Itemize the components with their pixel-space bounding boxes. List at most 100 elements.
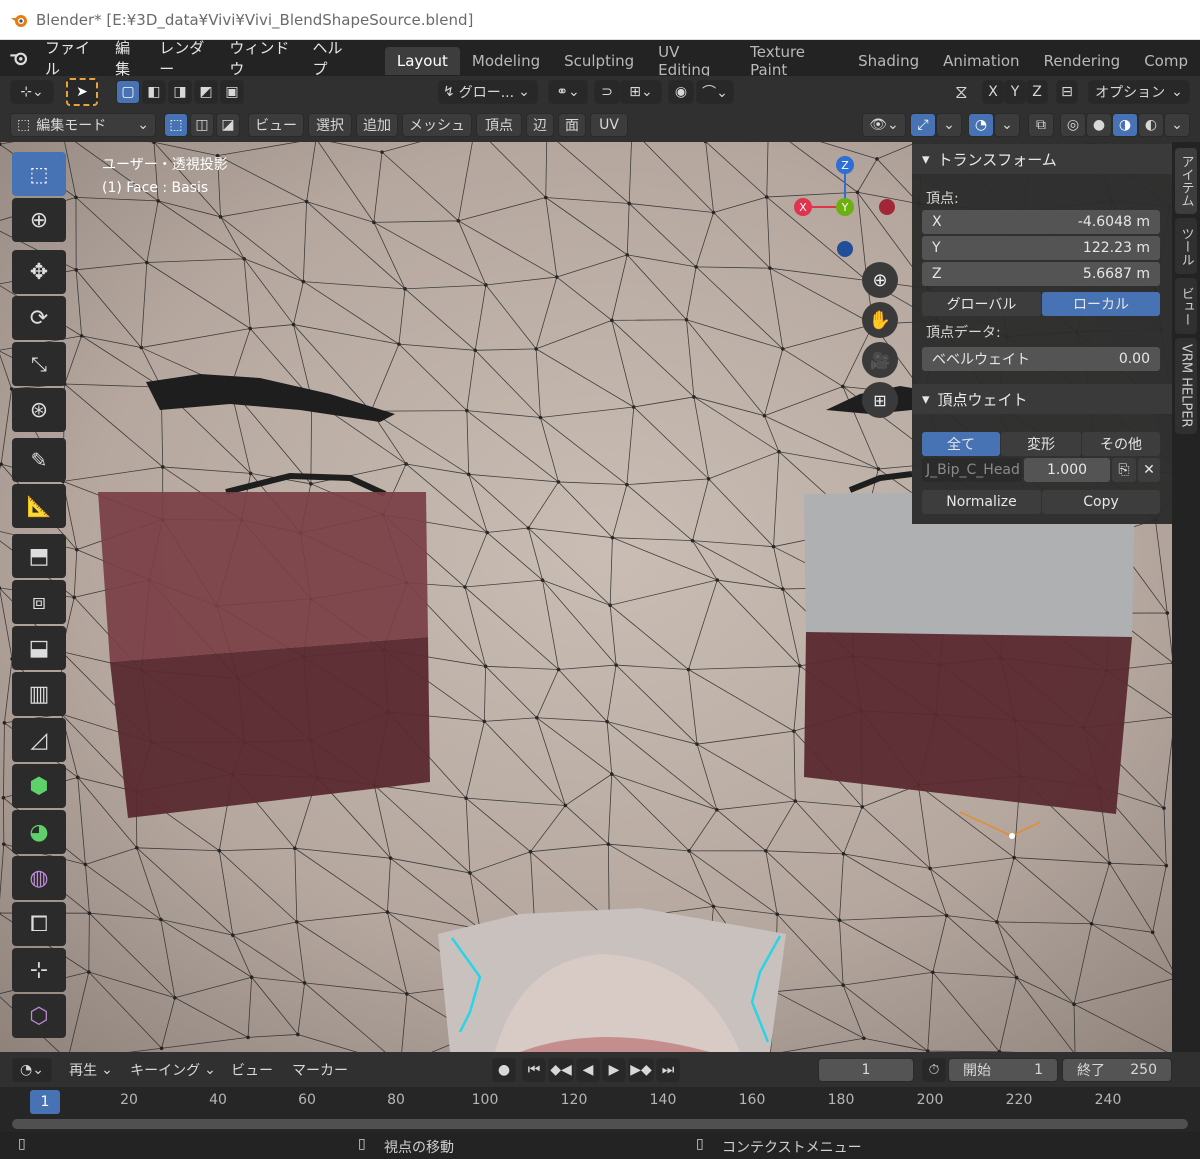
tool-spin[interactable]: ◕ (12, 810, 66, 854)
shading-wireframe[interactable]: ◎ (1060, 113, 1086, 137)
weights-filter-other[interactable]: その他 (1082, 432, 1160, 456)
jump-end-button[interactable]: ⏭ (656, 1058, 680, 1082)
tab-compositing[interactable]: Comp (1132, 47, 1200, 75)
camera-icon[interactable]: 🎥 (862, 342, 898, 378)
zoom-icon[interactable]: ⊕ (862, 262, 898, 298)
tool-measure[interactable]: 📐 (12, 484, 66, 528)
timeline-scrollbar[interactable] (12, 1119, 1188, 1129)
tool-transform[interactable]: ⊛ (12, 388, 66, 432)
tab-texture-paint[interactable]: Texture Paint (738, 43, 846, 79)
menu-uv[interactable]: UV (590, 113, 628, 137)
xray-toggle[interactable]: ⧉ (1028, 113, 1054, 137)
select-subtract-button[interactable]: ◨ (168, 80, 192, 104)
tab-layout[interactable]: Layout (384, 47, 460, 75)
select-new-button[interactable]: ▢ (116, 80, 140, 104)
vertex-select-mode[interactable]: ⬚ (164, 113, 188, 137)
menu-help[interactable]: ヘルプ (303, 37, 360, 79)
menu-marker[interactable]: マーカー (288, 1058, 352, 1082)
tab-vrm-helper[interactable]: VRM HELPER (1175, 338, 1197, 434)
menu-render[interactable]: レンダー (150, 37, 220, 79)
menu-face[interactable]: 面 (558, 113, 586, 137)
shading-material[interactable]: ◑ (1112, 113, 1138, 137)
menu-select[interactable]: 選択 (308, 113, 352, 137)
tool-loop-cut[interactable]: ▥ (12, 672, 66, 716)
menu-playback[interactable]: 再生 ⌄ (64, 1058, 118, 1082)
pivot-point-dropdown[interactable]: ⚭⌄ (548, 80, 588, 104)
tab-sculpting[interactable]: Sculpting (552, 47, 646, 75)
mirror-z-toggle[interactable]: Z (1026, 80, 1048, 104)
options-dropdown[interactable]: オプション ⌄ (1088, 80, 1190, 104)
visibility-dropdown[interactable]: 👁⌄ (862, 113, 906, 137)
menu-add[interactable]: 追加 (356, 113, 398, 137)
edge-select-mode[interactable]: ◫ (190, 113, 214, 137)
grid-ortho-icon[interactable]: ⊞ (862, 382, 898, 418)
mode-dropdown[interactable]: ⬚ 編集モード ⌄ (10, 113, 156, 137)
tab-item[interactable]: アイテム (1175, 148, 1197, 214)
navigation-gizmo[interactable]: Z X Y (790, 152, 900, 262)
prev-keyframe-button[interactable]: ◆◀ (548, 1058, 574, 1082)
menu-view[interactable]: ビュー (248, 113, 304, 137)
vertex-group-name[interactable]: J_Bip_C_Head (922, 458, 1022, 482)
paste-weight-icon[interactable]: ⎘ (1112, 458, 1136, 482)
tab-animation[interactable]: Animation (931, 47, 1031, 75)
tool-smooth[interactable]: ◍ (12, 856, 66, 900)
transform-panel-header[interactable]: ▾ トランスフォーム (912, 144, 1172, 174)
weights-filter-all[interactable]: 全て (922, 432, 1000, 456)
mirror-x-toggle[interactable]: X (982, 80, 1004, 104)
copy-button[interactable]: Copy (1042, 490, 1160, 514)
tool-knife[interactable]: ◿ (12, 718, 66, 762)
shading-dropdown[interactable]: ⌄ (1164, 113, 1190, 137)
delete-weight-icon[interactable]: ✕ (1138, 458, 1160, 482)
tool-shear[interactable]: ⬡ (12, 994, 66, 1038)
shading-rendered[interactable]: ◐ (1138, 113, 1164, 137)
record-button[interactable]: ● (492, 1058, 516, 1082)
current-frame-field[interactable]: 1 (818, 1058, 914, 1082)
preview-range-toggle[interactable]: ⏱ (922, 1058, 946, 1082)
start-frame-field[interactable]: 開始 1 (948, 1058, 1058, 1082)
tool-rotate[interactable]: ⟳ (12, 296, 66, 340)
tool-edge-slide[interactable]: ⧠ (12, 902, 66, 946)
weights-filter-deform[interactable]: 変形 (1001, 432, 1081, 456)
end-frame-field[interactable]: 終了 250 (1062, 1058, 1172, 1082)
space-global-button[interactable]: グローバル (922, 292, 1041, 316)
tab-tool[interactable]: ツール (1175, 218, 1197, 274)
vertex-weights-panel-header[interactable]: ▾ 頂点ウェイト (912, 384, 1172, 414)
menu-vertex[interactable]: 頂点 (476, 113, 522, 137)
tool-scale[interactable]: ⤡ (12, 342, 66, 386)
tool-move[interactable]: ✥ (12, 250, 66, 294)
select-intersect-button[interactable]: ▣ (220, 80, 244, 104)
timeline-ruler[interactable]: 1 20 40 60 80 100 120 140 160 180 200 22… (0, 1087, 1200, 1117)
tab-view[interactable]: ビュー (1175, 278, 1197, 334)
snap-toggle[interactable]: ⊃ (594, 80, 620, 104)
vertex-group-weight[interactable]: 1.000 (1024, 458, 1110, 482)
mirror-y-toggle[interactable]: Y (1004, 80, 1026, 104)
bevel-weight-field[interactable]: ベベルウェイト 0.00 (922, 347, 1160, 371)
next-keyframe-button[interactable]: ▶◆ (628, 1058, 654, 1082)
playhead[interactable]: 1 (30, 1090, 60, 1114)
select-invert-button[interactable]: ◩ (194, 80, 218, 104)
tool-extrude[interactable]: ⬒ (12, 534, 66, 578)
vertex-z-field[interactable]: Z 5.6687 m (922, 262, 1160, 286)
tab-shading[interactable]: Shading (846, 47, 931, 75)
transform-orientation-dropdown[interactable]: ↯ グロー... ⌄ (438, 80, 538, 104)
editor-type-dropdown[interactable]: ◔⌄ (12, 1058, 52, 1082)
tab-uv-editing[interactable]: UV Editing (646, 43, 738, 79)
face-select-mode[interactable]: ◪ (216, 113, 240, 137)
tool-select-box[interactable]: ⬚ (12, 152, 66, 196)
falloff-dropdown[interactable]: ⌒⌄ (696, 80, 734, 104)
transform-pivot-button[interactable]: ⊹⌄ (10, 80, 54, 104)
tool-shrink-fatten[interactable]: ⊹ (12, 948, 66, 992)
menu-timeline-view[interactable]: ビュー (228, 1058, 276, 1082)
hand-pan-icon[interactable]: ✋ (862, 302, 898, 338)
tool-poly-build[interactable]: ⬢ (12, 764, 66, 808)
tab-modeling[interactable]: Modeling (460, 47, 552, 75)
menu-mesh[interactable]: メッシュ (402, 113, 472, 137)
normalize-button[interactable]: Normalize (922, 490, 1041, 514)
snap-target-dropdown[interactable]: ⊞⌄ (620, 80, 662, 104)
vertex-y-field[interactable]: Y 122.23 m (922, 236, 1160, 260)
select-extend-button[interactable]: ◧ (142, 80, 166, 104)
tool-cursor[interactable]: ⊕ (12, 198, 66, 242)
menu-file[interactable]: ファイル (36, 37, 106, 79)
gizmo-toggle[interactable]: ⤢ (910, 113, 936, 137)
overlays-dropdown[interactable]: ⌄ (994, 113, 1020, 137)
